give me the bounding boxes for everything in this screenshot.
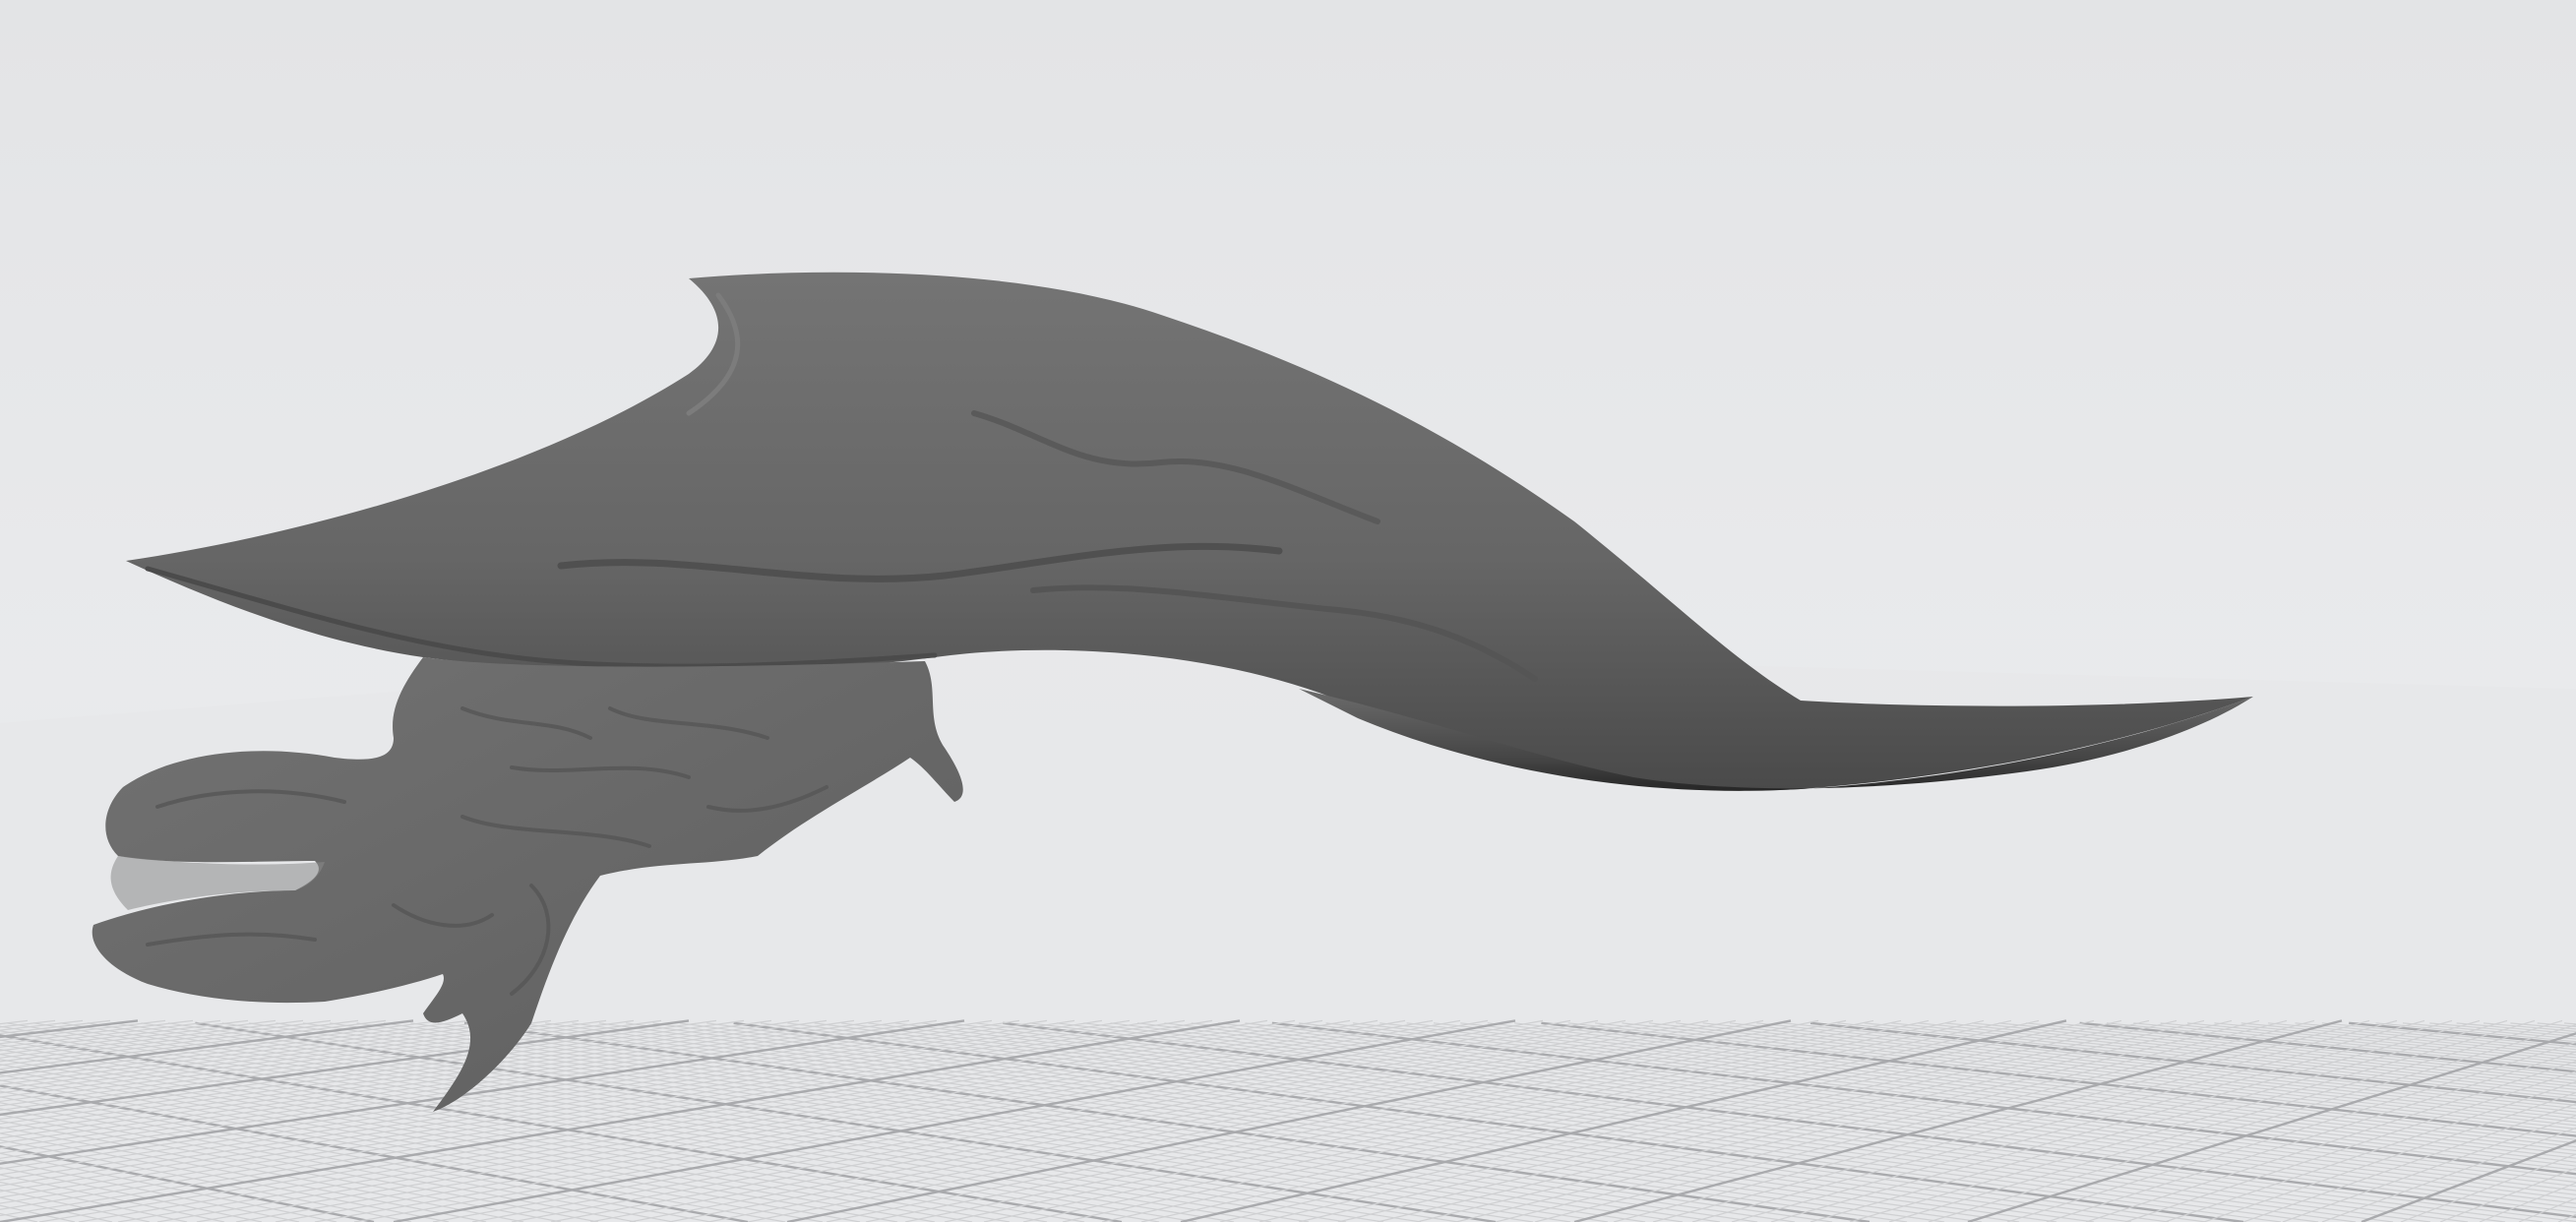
viewport-scene[interactable] <box>0 0 2576 1222</box>
3d-viewport[interactable] <box>0 0 2576 1222</box>
